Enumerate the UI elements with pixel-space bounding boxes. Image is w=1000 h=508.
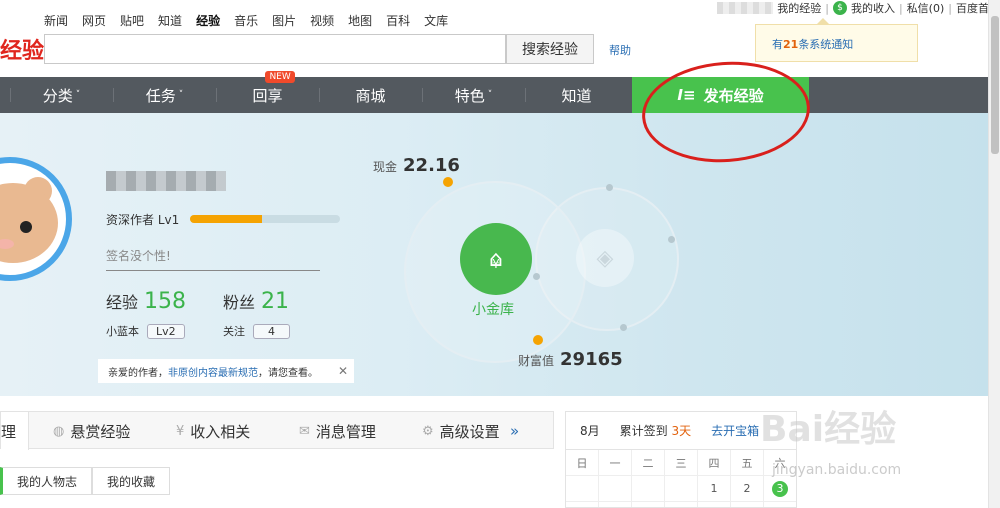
topnav-wenku[interactable]: 文库 — [424, 12, 448, 29]
calendar-day: 9 — [731, 502, 764, 507]
baidu-watermark: Bai经验 — [760, 409, 897, 450]
system-notification[interactable]: 有21条系统通知 — [755, 18, 918, 62]
calendar-day: 1 — [698, 476, 731, 502]
topnav-map[interactable]: 地图 — [348, 12, 372, 29]
search-input[interactable] — [44, 34, 506, 64]
main-nav: 分类 ˅ 任务 ˅ 回享 NEW 商城 特色 ˅ 知道 — [0, 71, 988, 113]
nav-zhidao[interactable]: 知道 — [525, 77, 628, 113]
calendar-weekday: 五 — [731, 450, 764, 476]
calendar-day — [632, 476, 665, 502]
topnav-web[interactable]: 网页 — [82, 12, 106, 29]
dollar-icon: $ — [832, 1, 847, 15]
scrollbar-thumb[interactable] — [991, 16, 999, 154]
tab-manage[interactable]: 理 — [1, 412, 29, 450]
calendar-day — [599, 476, 632, 502]
help-link[interactable]: 帮助 — [609, 42, 631, 58]
open-chest-link[interactable]: 去开宝箱 — [711, 422, 759, 439]
tab-messages[interactable]: ✉ 消息管理 — [275, 412, 398, 450]
signature-field[interactable]: 签名没个性! — [106, 247, 320, 271]
topnav-music[interactable]: 音乐 — [234, 12, 258, 29]
my-income-link[interactable]: 我的收入 — [851, 0, 895, 16]
profile-tabs: 理 ◍ 悬赏经验 ¥ 收入相关 ✉ 消息管理 ⚙ 高级设置 » — [0, 411, 554, 450]
vault-label[interactable]: 小金库 — [472, 299, 514, 319]
level-progress-bar — [190, 215, 340, 223]
nav-mall[interactable]: 商城 — [319, 77, 422, 113]
my-experience-link[interactable]: 我的经验 — [777, 0, 821, 16]
calendar-day — [566, 476, 599, 502]
tab-income[interactable]: ¥ 收入相关 — [152, 412, 275, 450]
topnav-images[interactable]: 图片 — [272, 12, 296, 29]
notice-tip: 亲爱的作者， 非原创内容最新规范 ，请您查看。 ✕ — [98, 359, 354, 383]
vault-house-icon[interactable]: ⌂ ¥ — [460, 223, 532, 295]
tab-settings[interactable]: ⚙ 高级设置 — [398, 412, 504, 450]
checkin-streak: 累计签到 3天 — [619, 424, 692, 438]
new-badge: NEW — [265, 71, 295, 83]
logo[interactable]: 经验 — [0, 33, 44, 65]
avatar[interactable] — [0, 157, 72, 281]
calendar-day: 8 — [698, 502, 731, 507]
close-icon[interactable]: ✕ — [338, 364, 348, 378]
profile-banner: 资深作者 Lv1 签名没个性! 经验 158 粉丝 21 小蓝本 Lv2 关注 4 亲爱… — [0, 113, 988, 396]
calendar-day: 2 — [731, 476, 764, 502]
chevron-down-icon: ˅ — [178, 90, 184, 100]
nav-share[interactable]: 回享 NEW — [216, 71, 319, 113]
username-blurred — [106, 171, 226, 191]
calendar-day: 7 — [665, 502, 698, 507]
topnav-tieba[interactable]: 贴吧 — [120, 12, 144, 29]
calendar-weekday: 一 — [599, 450, 632, 476]
watermark-url: jingyan.baidu.com — [772, 462, 902, 478]
notification-count: 21 — [783, 38, 799, 51]
calendar-day: 5 — [599, 502, 632, 507]
coin-icon: ◍ — [53, 423, 65, 439]
fans-stat[interactable]: 粉丝 21 — [223, 289, 289, 314]
topnav-zhidao[interactable]: 知道 — [158, 12, 182, 29]
wealth-value: 财富值 29165 — [518, 349, 623, 370]
chevron-down-icon: ˅ — [75, 90, 81, 100]
calendar-weekday: 三 — [665, 450, 698, 476]
gear-icon: ⚙ — [422, 423, 434, 439]
calendar-day — [665, 476, 698, 502]
subtab-favorites[interactable]: 我的收藏 — [92, 467, 171, 495]
blue-book-level: 小蓝本 Lv2 — [106, 323, 185, 339]
author-rank: 资深作者 Lv1 — [106, 213, 180, 227]
calendar-weekday: 二 — [632, 450, 665, 476]
calendar-month: 8月 — [580, 424, 600, 438]
user-bar: 我的经验 | $ 我的收入 | 私信(0) | 百度首页 — [717, 0, 1000, 16]
nav-category[interactable]: 分类 ˅ — [10, 77, 113, 113]
topnav-video[interactable]: 视频 — [310, 12, 334, 29]
nav-tasks[interactable]: 任务 ˅ — [113, 77, 216, 113]
following-count[interactable]: 关注 4 — [223, 323, 290, 339]
sub-tabs: 我的人物志 我的收藏 — [0, 467, 171, 495]
layers-icon[interactable]: ◈ — [576, 229, 634, 287]
calendar-day: 10 — [764, 502, 796, 507]
calendar-day: 4 — [566, 502, 599, 507]
more-tabs-icon[interactable]: » — [504, 412, 519, 450]
chevron-down-icon: ˅ — [487, 90, 493, 100]
private-message-link[interactable]: 私信(0) — [907, 0, 945, 16]
nav-featured[interactable]: 特色 ˅ — [422, 77, 525, 113]
topnav-baike[interactable]: 百科 — [386, 12, 410, 29]
yen-icon: ¥ — [176, 423, 185, 439]
calendar-weekday: 日 — [566, 450, 599, 476]
subtab-profile[interactable]: 我的人物志 — [0, 467, 93, 495]
calendar-day: 6 — [632, 502, 665, 507]
tab-bounty[interactable]: ◍ 悬赏经验 — [29, 412, 152, 450]
username-blurred — [717, 2, 774, 14]
topnav-jingyan[interactable]: 经验 — [196, 12, 220, 29]
scrollbar[interactable] — [988, 0, 1000, 508]
calendar-grid: 日一二三四五六12345678910 — [566, 450, 796, 507]
top-nav: 新闻 网页 贴吧 知道 经验 音乐 图片 视频 地图 百科 文库 — [44, 12, 448, 29]
originality-rules-link[interactable]: 非原创内容最新规范 — [168, 364, 258, 379]
search-button[interactable]: 搜索经验 — [506, 34, 594, 64]
calendar-weekday: 四 — [698, 450, 731, 476]
cash-balance: 现金 22.16 — [373, 155, 460, 176]
envelope-icon: ✉ — [299, 423, 310, 439]
topnav-news[interactable]: 新闻 — [44, 12, 68, 29]
calendar-day: 3 — [764, 476, 796, 502]
experience-stat: 经验 158 — [106, 289, 187, 314]
